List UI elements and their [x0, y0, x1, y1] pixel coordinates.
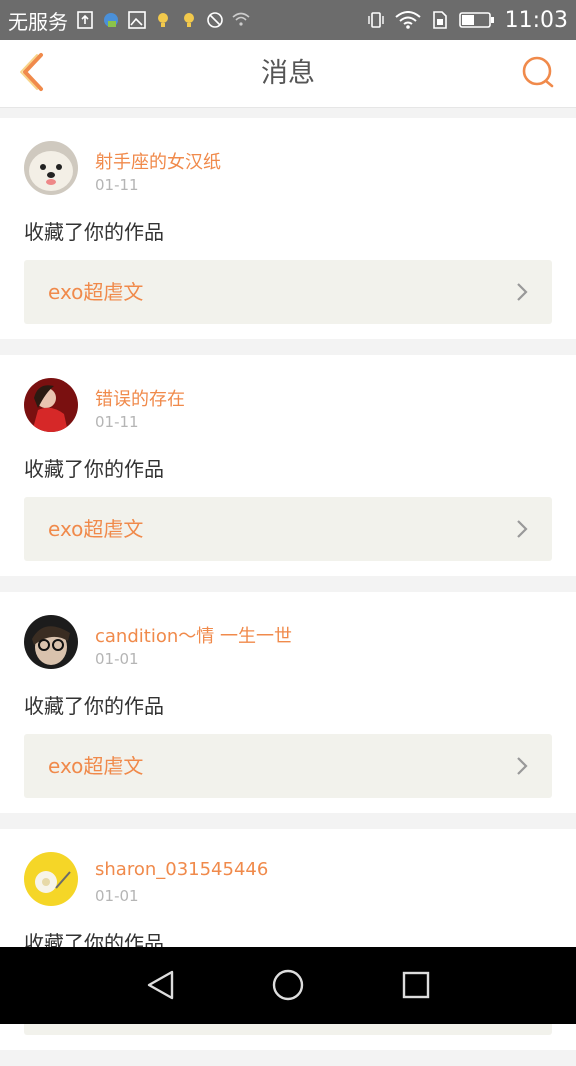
- date: 01-01: [95, 650, 139, 668]
- status-bar: 无服务 11:03: [0, 0, 576, 40]
- vibrate-icon: [367, 11, 385, 29]
- nav-back-button[interactable]: [140, 967, 180, 1007]
- no-disturb-icon: [206, 11, 224, 29]
- battery-icon: [458, 11, 495, 29]
- work-link[interactable]: exo超虐文: [24, 260, 552, 324]
- message-text: 收藏了你的作品: [24, 694, 164, 718]
- bulb-icon: [180, 11, 198, 29]
- clock: 11:03: [504, 7, 568, 33]
- square-recents-icon: [402, 971, 430, 1003]
- work-title: exo超虐文: [48, 754, 144, 778]
- work-title: exo超虐文: [48, 280, 144, 304]
- bulb-icon: [154, 11, 172, 29]
- username[interactable]: candition～情 一生一世: [95, 622, 292, 648]
- date: 01-01: [95, 887, 139, 905]
- chevron-right-icon: [514, 282, 530, 302]
- sim-icon: [431, 11, 449, 29]
- work-link[interactable]: exo超虐文: [24, 734, 552, 798]
- avatar[interactable]: [24, 852, 78, 906]
- avatar[interactable]: [24, 378, 78, 432]
- username[interactable]: 射手座的女汉纸: [95, 148, 221, 174]
- message-text: 收藏了你的作品: [24, 457, 164, 481]
- back-button[interactable]: [12, 50, 52, 98]
- date: 01-11: [95, 413, 139, 431]
- work-link[interactable]: exo超虐文: [24, 497, 552, 561]
- avatar[interactable]: [24, 141, 78, 195]
- notification-card: 射手座的女汉纸 01-11 收藏了你的作品 exo超虐文: [0, 118, 576, 339]
- wifi-icon: [394, 11, 421, 29]
- page-title: 消息: [261, 58, 315, 89]
- notification-list: 射手座的女汉纸 01-11 收藏了你的作品 exo超虐文 错误的存在 01-11…: [0, 118, 576, 1066]
- triangle-back-icon: [145, 969, 175, 1005]
- image-icon: [128, 11, 146, 29]
- notification-card: 错误的存在 01-11 收藏了你的作品 exo超虐文: [0, 355, 576, 576]
- wifi-weak-icon: [232, 11, 250, 29]
- circle-home-icon: [272, 969, 304, 1005]
- chevron-right-icon: [514, 519, 530, 539]
- notification-card: candition～情 一生一世 01-01 收藏了你的作品 exo超虐文: [0, 592, 576, 813]
- app-header: 消息: [0, 40, 576, 108]
- username[interactable]: sharon_031545446: [95, 859, 268, 880]
- search-icon: [521, 55, 555, 93]
- app-icon: [102, 11, 120, 29]
- carrier-text: 无服务: [8, 9, 68, 34]
- nav-home-button[interactable]: [268, 967, 308, 1007]
- chevron-left-icon: [19, 52, 45, 96]
- username[interactable]: 错误的存在: [95, 385, 185, 411]
- date: 01-11: [95, 176, 139, 194]
- upload-icon: [76, 11, 94, 29]
- work-title: exo超虐文: [48, 517, 144, 541]
- avatar[interactable]: [24, 615, 78, 669]
- chevron-right-icon: [514, 756, 530, 776]
- system-nav-bar: [0, 947, 576, 1024]
- nav-recents-button[interactable]: [396, 967, 436, 1007]
- message-text: 收藏了你的作品: [24, 220, 164, 244]
- search-button[interactable]: [518, 54, 558, 94]
